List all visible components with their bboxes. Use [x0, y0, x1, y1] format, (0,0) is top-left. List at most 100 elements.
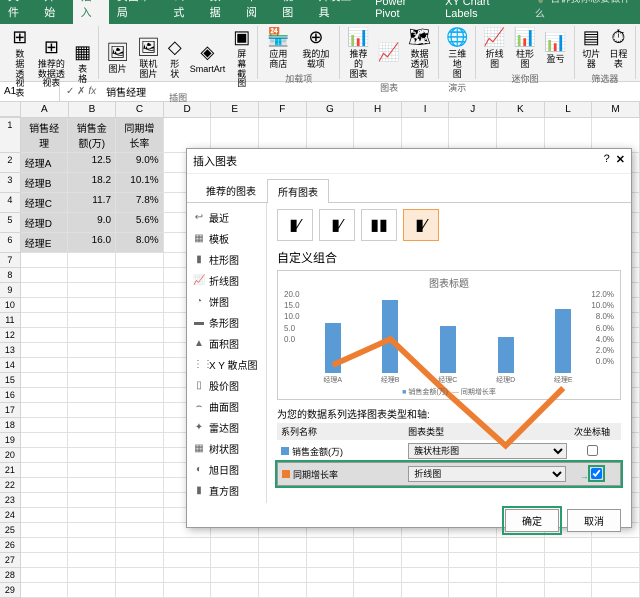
col-header[interactable]: C [116, 102, 164, 117]
chart-cat-箱形图[interactable]: ⊡箱形图 [187, 501, 266, 503]
cell[interactable] [21, 358, 69, 373]
cell[interactable] [116, 298, 164, 313]
tab-review[interactable]: 审阅 [238, 0, 274, 24]
chart-cat-直方图[interactable]: ▮直方图 [187, 480, 266, 501]
cell[interactable] [116, 253, 164, 268]
cell[interactable] [21, 553, 69, 568]
row-header[interactable]: 14 [0, 358, 21, 373]
cell[interactable] [21, 298, 69, 313]
cell[interactable]: 16.0 [68, 233, 116, 253]
row-header[interactable]: 6 [0, 233, 21, 253]
cell[interactable] [116, 343, 164, 358]
cell[interactable] [21, 403, 69, 418]
tab-home[interactable]: 开始 [36, 0, 72, 24]
cell[interactable] [21, 418, 69, 433]
col-header[interactable]: D [164, 102, 212, 117]
cell[interactable] [116, 508, 164, 523]
row-header[interactable]: 2 [0, 153, 21, 173]
cell[interactable] [497, 583, 545, 598]
ribbon-btn[interactable]: 🖼联机图片 [134, 36, 163, 82]
cell[interactable] [21, 538, 69, 553]
row-header[interactable]: 20 [0, 448, 21, 463]
close-icon[interactable]: ✕ [616, 153, 625, 169]
chart-cat-柱形图[interactable]: ▮柱形图 [187, 249, 266, 270]
row-header[interactable]: 5 [0, 213, 21, 233]
cell[interactable] [449, 583, 497, 598]
cell[interactable] [116, 463, 164, 478]
row-header[interactable]: 28 [0, 568, 21, 583]
ribbon-btn[interactable]: ▤切片器 [579, 26, 604, 72]
ribbon-btn[interactable]: ▦表格 [71, 41, 94, 87]
cell[interactable] [21, 478, 69, 493]
cell[interactable] [354, 583, 402, 598]
cell[interactable] [259, 568, 307, 583]
cell[interactable] [68, 268, 116, 283]
cell[interactable]: 11.7 [68, 193, 116, 213]
cell[interactable] [21, 523, 69, 538]
row-header[interactable]: 13 [0, 343, 21, 358]
row-header[interactable]: 15 [0, 373, 21, 388]
cell[interactable] [68, 463, 116, 478]
chart-cat-曲面图[interactable]: ⌢曲面图 [187, 396, 266, 417]
cell[interactable] [21, 448, 69, 463]
chart-cat-最近[interactable]: ↩最近 [187, 207, 266, 228]
cell[interactable] [592, 538, 640, 553]
cell[interactable] [68, 298, 116, 313]
row-header[interactable]: 21 [0, 463, 21, 478]
row-header[interactable]: 4 [0, 193, 21, 213]
ribbon-btn[interactable]: 🗺数据透视图 [405, 26, 434, 81]
help-icon[interactable]: ? [604, 153, 610, 169]
chart-cat-折线图[interactable]: 📈折线图 [187, 270, 266, 291]
ribbon-btn[interactable]: ⏱日程表 [606, 26, 631, 72]
row-header[interactable]: 16 [0, 388, 21, 403]
row-header[interactable]: 3 [0, 173, 21, 193]
cell[interactable] [116, 493, 164, 508]
cell[interactable] [68, 418, 116, 433]
cell[interactable] [116, 553, 164, 568]
cell[interactable]: 9.0% [116, 153, 164, 173]
row-header[interactable]: 25 [0, 523, 21, 538]
col-header[interactable]: F [259, 102, 307, 117]
cell[interactable] [68, 583, 116, 598]
col-header[interactable]: E [211, 102, 259, 117]
tell-me[interactable]: 告诉我你想要做什么 [527, 0, 640, 24]
cell[interactable] [116, 313, 164, 328]
cell[interactable]: 经理C [21, 193, 69, 213]
col-header[interactable]: A [21, 102, 69, 117]
cell[interactable] [592, 553, 640, 568]
tab-view[interactable]: 视图 [274, 0, 310, 24]
row-header[interactable]: 7 [0, 253, 21, 268]
ribbon-btn[interactable]: 📈 [375, 41, 403, 67]
cell[interactable] [68, 373, 116, 388]
cell[interactable] [116, 358, 164, 373]
row-header[interactable]: 26 [0, 538, 21, 553]
cell[interactable] [116, 283, 164, 298]
tab-insert[interactable]: 插入 [73, 0, 109, 24]
cell[interactable] [164, 553, 212, 568]
chart-cat-条形图[interactable]: ▬条形图 [187, 312, 266, 333]
cell[interactable] [21, 313, 69, 328]
row-header[interactable]: 11 [0, 313, 21, 328]
cell[interactable] [164, 583, 212, 598]
row-header[interactable]: 18 [0, 418, 21, 433]
cell[interactable] [68, 343, 116, 358]
cell[interactable]: 18.2 [68, 173, 116, 193]
cell[interactable]: 12.5 [68, 153, 116, 173]
cell[interactable] [21, 568, 69, 583]
cell[interactable] [116, 583, 164, 598]
cell[interactable] [21, 328, 69, 343]
row-header[interactable]: 9 [0, 283, 21, 298]
cell[interactable] [116, 478, 164, 493]
cell[interactable] [116, 568, 164, 583]
select-all[interactable] [0, 102, 21, 117]
dialog-tab-recommended[interactable]: 推荐的图表 [195, 178, 267, 202]
cell[interactable] [68, 568, 116, 583]
row-header[interactable]: 22 [0, 478, 21, 493]
tab-data[interactable]: 数据 [202, 0, 238, 24]
cell[interactable] [21, 463, 69, 478]
cell[interactable] [68, 253, 116, 268]
tab-layout[interactable]: 页面布局 [109, 0, 166, 24]
cell[interactable] [116, 433, 164, 448]
cell[interactable] [164, 538, 212, 553]
subtype-1[interactable]: ▮⁄ [277, 209, 313, 241]
